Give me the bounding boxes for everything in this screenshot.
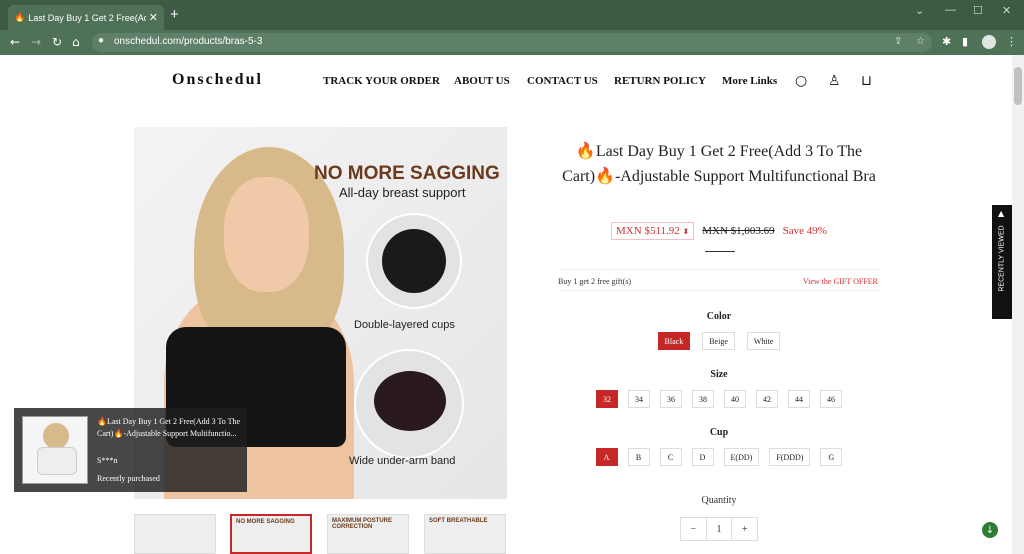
recent-purchase-popup[interactable]: 🔥Last Day Buy 1 Get 2 Free(Add 3 To The …	[14, 408, 247, 492]
extensions-icon[interactable]: ✱	[942, 35, 951, 48]
popup-status: Recently purchased	[97, 474, 160, 483]
quantity-input[interactable]: 1	[705, 518, 733, 540]
nav-return-policy[interactable]: RETURN POLICY	[614, 75, 706, 87]
current-price-text: MXN $511.92	[616, 225, 680, 237]
size-option-42[interactable]: 42	[756, 390, 778, 408]
new-tab-button[interactable]: +	[170, 6, 179, 23]
popup-product-image	[22, 416, 88, 484]
fire-icon: 🔥	[14, 12, 26, 22]
title-divider	[705, 251, 735, 252]
url-text[interactable]: onschedul.com/products/bras-5-3	[114, 36, 262, 47]
search-icon[interactable]: ○	[795, 73, 807, 89]
cup-option-f[interactable]: F(DDD)	[769, 448, 811, 466]
thumbnail-3-text: MAXIMUM POSTURE CORRECTION	[332, 518, 392, 530]
popup-buyer-name: S***n	[97, 456, 118, 465]
side-panel-icon[interactable]: ▮	[962, 35, 968, 48]
color-option-white[interactable]: White	[746, 332, 781, 350]
size-option-40[interactable]: 40	[724, 390, 746, 408]
band-detail-image	[354, 349, 464, 459]
cup-option-d[interactable]: D	[691, 448, 714, 466]
close-tab-icon[interactable]: ✕	[149, 11, 158, 24]
account-icon[interactable]: ♙	[828, 73, 841, 89]
nav-track-order[interactable]: TRACK YOUR ORDER	[323, 75, 440, 87]
color-option-beige[interactable]: Beige	[702, 332, 735, 350]
hero-headline: NO MORE SAGGING	[314, 163, 500, 184]
size-option-34[interactable]: 34	[628, 390, 650, 408]
cup-option-g[interactable]: G	[820, 448, 843, 466]
nav-contact-us[interactable]: CONTACT US	[527, 75, 598, 87]
price-row: MXN $511.92 ⬍ MXN $1,003.69 Save 49%	[558, 222, 880, 240]
forward-icon[interactable]: →	[31, 35, 41, 49]
lock-icon: ●	[98, 35, 105, 46]
cup-label: Cup	[709, 427, 729, 438]
quantity-stepper: − 1 +	[680, 517, 758, 541]
gift-offer-text: Buy 1 get 2 free gift(s)	[558, 277, 632, 286]
thumbnail-3[interactable]: MAXIMUM POSTURE CORRECTION	[327, 514, 409, 554]
quantity-label: Quantity	[701, 495, 737, 506]
reload-icon[interactable]: ↻	[52, 35, 62, 49]
recently-viewed-tab[interactable]: ▲ RECENTLY VIEWED	[992, 205, 1012, 319]
cup-option-e[interactable]: E(DD)	[723, 448, 760, 466]
browser-tab[interactable]: 🔥 Last Day Buy 1 Get 2 Free(Add ✕	[8, 5, 164, 30]
thumbnail-4-text: SOFT BREATHABLE	[429, 518, 488, 524]
current-price: MXN $511.92 ⬍	[611, 222, 695, 240]
product-title: 🔥Last Day Buy 1 Get 2 Free(Add 3 To The …	[562, 143, 876, 185]
share-icon[interactable]: ⇪	[894, 36, 902, 47]
profile-avatar[interactable]	[982, 35, 996, 49]
color-option-black[interactable]: Black	[657, 332, 691, 350]
save-badge: Save 49%	[782, 225, 827, 237]
quantity-decrease-button[interactable]: −	[681, 518, 706, 540]
thumbnail-1[interactable]	[134, 514, 216, 554]
recently-viewed-label: RECENTLY VIEWED	[998, 225, 1006, 292]
caption-double-cups: Double-layered cups	[354, 319, 455, 331]
bookmark-star-icon[interactable]: ☆	[916, 36, 925, 47]
cart-icon[interactable]: ⊔	[861, 73, 872, 89]
cup-detail-image	[366, 213, 462, 309]
tab-search-button[interactable]: ⌄	[915, 4, 924, 17]
menu-icon[interactable]: ⋮	[1006, 35, 1017, 48]
size-option-32[interactable]: 32	[596, 390, 618, 408]
site-logo[interactable]: Onschedul	[172, 71, 263, 89]
color-label: Color	[706, 311, 732, 322]
nav-more-links[interactable]: More Links	[722, 75, 777, 87]
hero-subheadline: All-day breast support	[339, 185, 466, 200]
caption-underarm-band: Wide under-arm band	[349, 455, 456, 467]
back-icon[interactable]: ←	[10, 35, 20, 49]
thumbnail-4[interactable]: SOFT BREATHABLE	[424, 514, 506, 554]
scrollbar[interactable]	[1012, 55, 1024, 554]
minimize-button[interactable]: —	[945, 4, 956, 16]
color-options: Black Beige White	[558, 332, 880, 350]
browser-tab-strip: 🔥 Last Day Buy 1 Get 2 Free(Add ✕ + ⌄ — …	[0, 0, 1024, 30]
old-price: MXN $1,003.69	[702, 225, 775, 237]
cup-option-c[interactable]: C	[659, 448, 682, 466]
scrollbar-thumb[interactable]	[1014, 67, 1022, 105]
web-page: Onschedul TRACK YOUR ORDER ABOUT US CONT…	[0, 55, 1024, 554]
size-options: 32 34 36 38 40 42 44 46	[558, 390, 880, 408]
quantity-increase-button[interactable]: +	[732, 518, 757, 540]
gift-offer-link[interactable]: View the GIFT OFFER	[803, 277, 878, 286]
size-option-44[interactable]: 44	[788, 390, 810, 408]
thumbnail-2-text: NO MORE SAGGING	[236, 519, 295, 525]
size-option-46[interactable]: 46	[820, 390, 842, 408]
size-option-36[interactable]: 36	[660, 390, 682, 408]
thumbnail-2[interactable]: NO MORE SAGGING	[230, 514, 312, 554]
cup-option-b[interactable]: B	[627, 448, 650, 466]
size-label: Size	[710, 369, 728, 380]
currency-switch-icon[interactable]: ⬍	[683, 227, 690, 236]
address-bar[interactable]: ● onschedul.com/products/bras-5-3 ⇪ ☆	[92, 33, 932, 52]
cup-option-a[interactable]: A	[595, 448, 618, 466]
close-window-button[interactable]: ✕	[1002, 4, 1011, 17]
maximize-button[interactable]: ☐	[973, 4, 983, 17]
nav-about-us[interactable]: ABOUT US	[454, 75, 510, 87]
gift-offer-bar: Buy 1 get 2 free gift(s) View the GIFT O…	[558, 269, 880, 291]
download-icon[interactable]: ↓	[982, 522, 998, 538]
home-icon[interactable]: ⌂	[72, 35, 80, 49]
popup-title: 🔥Last Day Buy 1 Get 2 Free(Add 3 To The …	[97, 417, 241, 438]
tab-title: Last Day Buy 1 Get 2 Free(Add	[28, 12, 147, 23]
browser-toolbar: ← → ↻ ⌂ ● onschedul.com/products/bras-5-…	[0, 30, 1024, 55]
cup-options: A B C D E(DD) F(DDD) G	[558, 448, 880, 466]
size-option-38[interactable]: 38	[692, 390, 714, 408]
